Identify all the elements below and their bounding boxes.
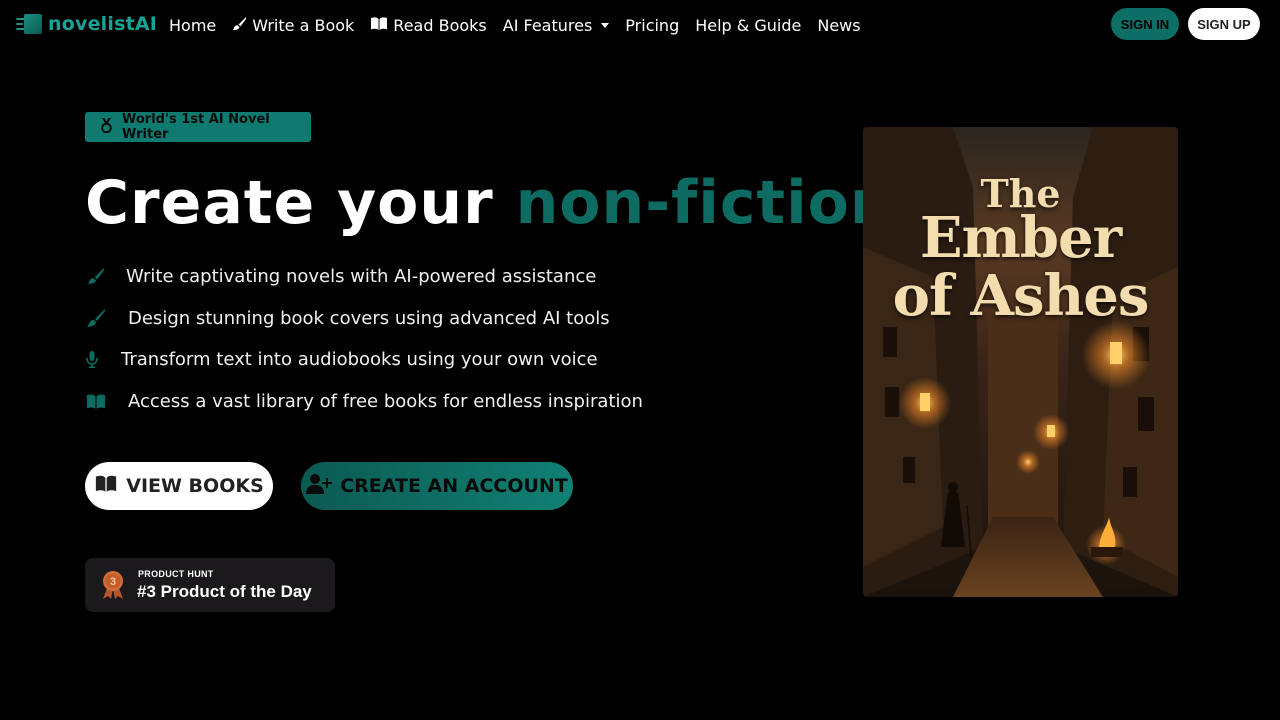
headline-main: Create your (85, 168, 516, 238)
hero-headline: Create your non-fiction (85, 166, 894, 240)
medal-icon (100, 117, 113, 137)
create-account-label: CREATE AN ACCOUNT (340, 475, 568, 497)
nav-write-a-book[interactable]: Write a Book (224, 16, 362, 35)
brush-icon (85, 265, 107, 287)
nav-news-label: News (817, 15, 861, 35)
feature-text: Design stunning book covers using advanc… (128, 307, 610, 329)
nav-pricing[interactable]: Pricing (617, 16, 687, 35)
ribbon-medal-icon: 3 (100, 570, 126, 600)
nav-news[interactable]: News (809, 16, 868, 35)
nav-help-guide[interactable]: Help & Guide (687, 16, 809, 35)
book-cover-image: The Ember of Ashes (863, 127, 1178, 597)
feature-item-audio: Transform text into audiobooks using you… (85, 348, 598, 370)
brand-logo-link[interactable]: novelistAI (16, 12, 157, 36)
feature-item-design: Design stunning book covers using advanc… (85, 307, 610, 329)
nav-ai-features-dropdown[interactable]: AI Features (495, 16, 618, 35)
user-plus-icon (306, 473, 333, 499)
medal-number: 3 (110, 576, 116, 588)
nav-write-a-book-label: Write a Book (252, 15, 355, 35)
sign-in-button[interactable]: SIGN IN (1111, 8, 1179, 40)
nav-help-guide-label: Help & Guide (695, 15, 802, 35)
view-books-button[interactable]: VIEW BOOKS (85, 462, 273, 510)
view-books-label: VIEW BOOKS (126, 475, 264, 497)
feature-item-write: Write captivating novels with AI-powered… (85, 265, 596, 287)
brush-icon (232, 16, 247, 35)
top-navbar: novelistAI Home Write a Book Read Books … (0, 0, 1280, 50)
create-account-button[interactable]: CREATE AN ACCOUNT (301, 462, 573, 510)
cover-title-line2: Ember (919, 205, 1122, 271)
nav-home-label: Home (169, 15, 217, 35)
product-hunt-label: PRODUCT HUNT (138, 569, 214, 579)
headline-accent: non-fiction (515, 168, 894, 238)
sign-up-button[interactable]: SIGN UP (1188, 8, 1260, 40)
nav-pricing-label: Pricing (625, 15, 680, 35)
nav-read-books-label: Read Books (393, 15, 487, 35)
feature-text: Transform text into audiobooks using you… (121, 348, 598, 370)
nav-read-books[interactable]: Read Books (362, 16, 494, 35)
nav-home[interactable]: Home (161, 16, 224, 35)
nav-ai-features-label: AI Features (502, 15, 593, 35)
open-book-icon (370, 16, 388, 35)
open-book-icon (94, 474, 118, 498)
cover-title-line3: of Ashes (892, 263, 1150, 329)
book-logo-icon (16, 12, 42, 36)
nav-links: Home Write a Book Read Books AI Features… (161, 13, 869, 37)
caret-down-icon (601, 22, 610, 28)
feature-text: Access a vast library of free books for … (128, 390, 643, 412)
product-hunt-badge[interactable]: 3 PRODUCT HUNT #3 Product of the Day (85, 558, 335, 612)
paintbrush-icon (85, 307, 107, 329)
badge-text: World's 1st AI Novel Writer (122, 112, 270, 142)
hero-badge: World's 1st AI Novel Writer (85, 112, 311, 142)
open-book-icon (85, 390, 107, 412)
feature-text: Write captivating novels with AI-powered… (126, 265, 597, 287)
feature-item-library: Access a vast library of free books for … (85, 390, 643, 412)
brand-name: novelistAI (48, 13, 158, 35)
microphone-icon (85, 348, 99, 370)
product-hunt-rank: #3 Product of the Day (137, 582, 312, 601)
